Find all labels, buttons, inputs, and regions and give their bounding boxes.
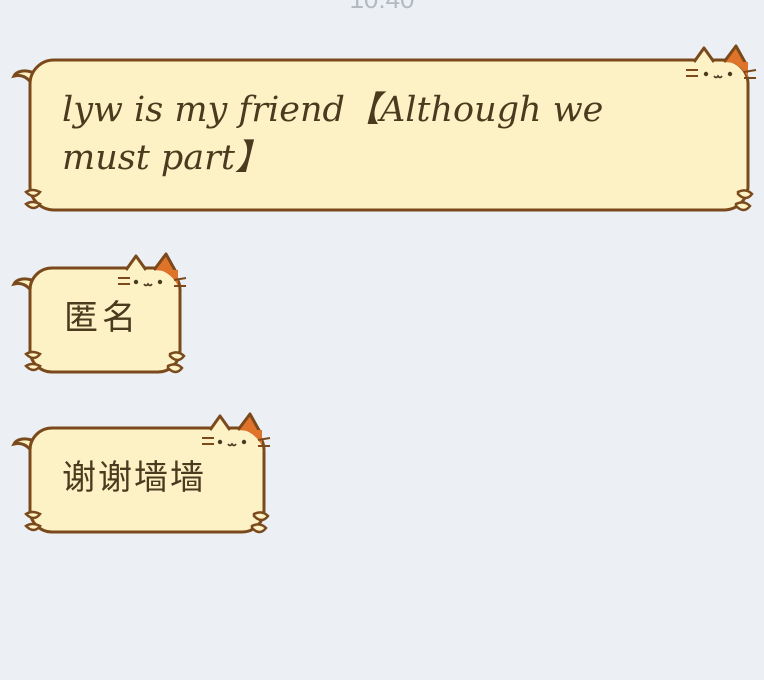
chat-message[interactable]: lyw is my friend【Although we must part】	[11, 44, 757, 216]
message-text: 谢谢墙墙	[62, 458, 206, 498]
message-text: 匿名	[64, 298, 140, 338]
chat-message[interactable]: 匿名	[11, 252, 188, 378]
chat-message[interactable]: 谢谢墙墙	[11, 412, 272, 538]
message-text: lyw is my friend【Although we must part】	[62, 90, 604, 178]
message-timestamp: 10:40	[0, 0, 764, 12]
chat-screen: 10:40 lyw is my friend【Although	[0, 0, 764, 680]
